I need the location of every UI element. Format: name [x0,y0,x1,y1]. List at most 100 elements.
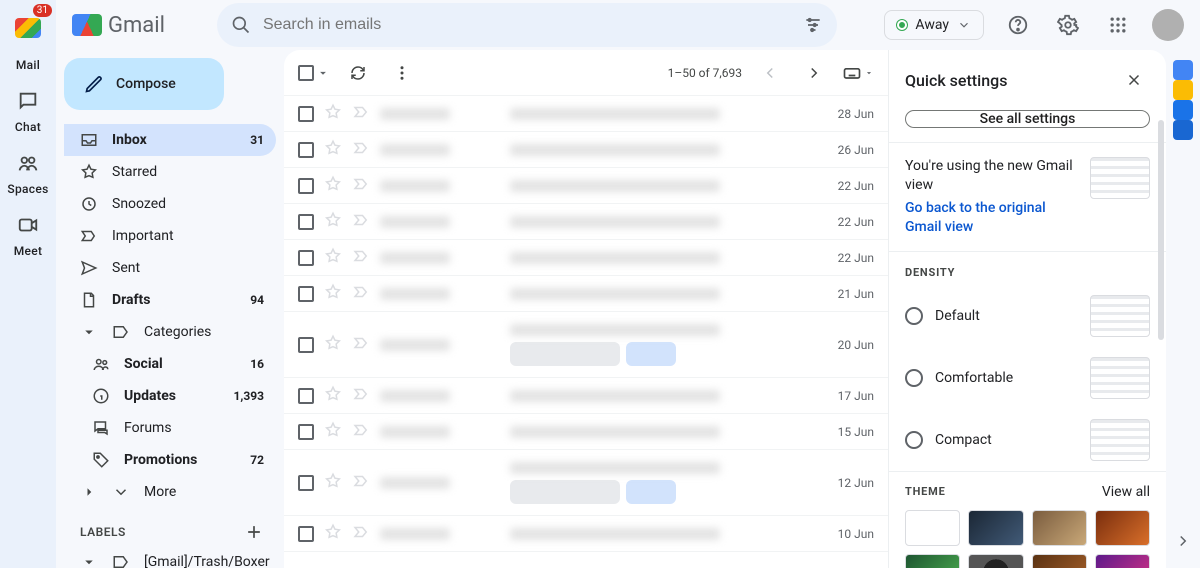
star-toggle[interactable] [324,175,342,197]
scrollbar-thumb[interactable] [1158,120,1164,340]
star-toggle[interactable] [324,385,342,407]
sidebar-item-snoozed[interactable]: Snoozed [64,188,276,220]
mail-row[interactable]: 22 Jun [284,204,888,240]
star-toggle[interactable] [324,247,342,269]
mail-rail-item[interactable]: 31 [8,8,48,48]
sidebar-item-inbox[interactable]: Inbox31 [64,124,276,156]
theme-tile[interactable] [905,554,960,568]
go-back-link[interactable]: Go back to the original Gmail view [905,199,1078,237]
row-checkbox[interactable] [298,178,314,194]
select-all-toggle[interactable] [298,65,330,81]
sidebar-item-drafts[interactable]: Drafts94 [64,284,276,316]
sidebar-item-forums[interactable]: Forums [64,412,276,444]
star-outline-icon [324,421,342,439]
mail-row[interactable]: 10 Jun [284,516,888,552]
row-checkbox[interactable] [298,388,314,404]
density-option-default[interactable]: Default [889,285,1166,347]
importance-marker[interactable] [352,211,370,233]
sidebar-item-social[interactable]: Social16 [64,348,276,380]
sidebar-item-more[interactable]: More [64,476,276,508]
mail-row[interactable]: 22 Jun [284,168,888,204]
row-checkbox[interactable] [298,526,314,542]
star-toggle[interactable] [324,139,342,161]
theme-tile[interactable] [1032,510,1087,546]
star-toggle[interactable] [324,103,342,125]
star-toggle[interactable] [324,421,342,443]
sidebar-item-categories[interactable]: Categories [64,316,276,348]
gmail-logo[interactable]: Gmail [72,13,165,38]
mail-row[interactable]: 20 Jun [284,312,888,378]
close-quick-settings-button[interactable] [1118,64,1150,96]
row-checkbox[interactable] [298,286,314,302]
more-actions-button[interactable] [386,57,418,89]
input-tools-button[interactable] [842,57,874,89]
star-toggle[interactable] [324,523,342,545]
hide-side-panel-button[interactable] [1174,532,1192,554]
sidebar-item-promotions[interactable]: Promotions72 [64,444,276,476]
sidebar-item-updates[interactable]: Updates1,393 [64,380,276,412]
status-chip[interactable]: Away [884,10,984,40]
mail-row[interactable]: 15 Jun [284,414,888,450]
side-app-tasks[interactable] [1173,100,1193,120]
search-box[interactable] [217,3,837,47]
importance-marker[interactable] [352,472,370,494]
support-button[interactable] [1002,9,1034,41]
mail-row[interactable]: 22 Jun [284,240,888,276]
side-app-calendar[interactable] [1173,60,1193,80]
add-label-icon[interactable] [244,522,264,542]
star-toggle[interactable] [324,283,342,305]
density-option-compact[interactable]: Compact [889,409,1166,471]
theme-tile[interactable] [1032,554,1087,568]
search-options-icon[interactable] [803,15,823,35]
chat-rail-item[interactable] [17,90,39,112]
row-checkbox[interactable] [298,337,314,353]
refresh-button[interactable] [342,57,374,89]
importance-marker[interactable] [352,139,370,161]
side-app-keep[interactable] [1173,80,1193,100]
theme-tile[interactable] [905,510,960,546]
see-all-settings-button[interactable]: See all settings [905,110,1150,128]
star-toggle[interactable] [324,334,342,356]
row-checkbox[interactable] [298,106,314,122]
theme-tile[interactable] [1095,510,1150,546]
apps-button[interactable] [1102,9,1134,41]
search-input[interactable] [263,16,791,34]
density-option-comfortable[interactable]: Comfortable [889,347,1166,409]
sidebar-item-important[interactable]: Important [64,220,276,252]
mail-row[interactable]: 17 Jun [284,378,888,414]
theme-tile[interactable] [968,554,1023,568]
star-toggle[interactable] [324,211,342,233]
label-item[interactable]: [Gmail]/Trash/Boxer [64,546,276,568]
importance-marker[interactable] [352,523,370,545]
older-page-button[interactable] [798,57,830,89]
meet-rail-item[interactable] [17,214,39,236]
mail-row[interactable]: 26 Jun [284,132,888,168]
sidebar-item-sent[interactable]: Sent [64,252,276,284]
row-checkbox[interactable] [298,142,314,158]
theme-tile[interactable] [968,510,1023,546]
importance-marker[interactable] [352,103,370,125]
mail-row[interactable]: 28 Jun [284,96,888,132]
row-checkbox[interactable] [298,250,314,266]
row-checkbox[interactable] [298,475,314,491]
row-checkbox[interactable] [298,424,314,440]
settings-button[interactable] [1052,9,1084,41]
view-all-themes-link[interactable]: View all [1102,484,1150,500]
star-toggle[interactable] [324,472,342,494]
importance-marker[interactable] [352,283,370,305]
compose-button[interactable]: Compose [64,58,224,110]
importance-marker[interactable] [352,247,370,269]
side-app-contacts[interactable] [1173,120,1193,140]
importance-marker[interactable] [352,385,370,407]
importance-marker[interactable] [352,175,370,197]
mail-row[interactable]: 21 Jun [284,276,888,312]
spaces-rail-item[interactable] [17,152,39,174]
account-avatar[interactable] [1152,9,1184,41]
mail-row[interactable]: 12 Jun [284,450,888,516]
importance-marker[interactable] [352,421,370,443]
sidebar-item-starred[interactable]: Starred [64,156,276,188]
row-checkbox[interactable] [298,214,314,230]
theme-tile[interactable] [1095,554,1150,568]
newer-page-button[interactable] [754,57,786,89]
importance-marker[interactable] [352,334,370,356]
